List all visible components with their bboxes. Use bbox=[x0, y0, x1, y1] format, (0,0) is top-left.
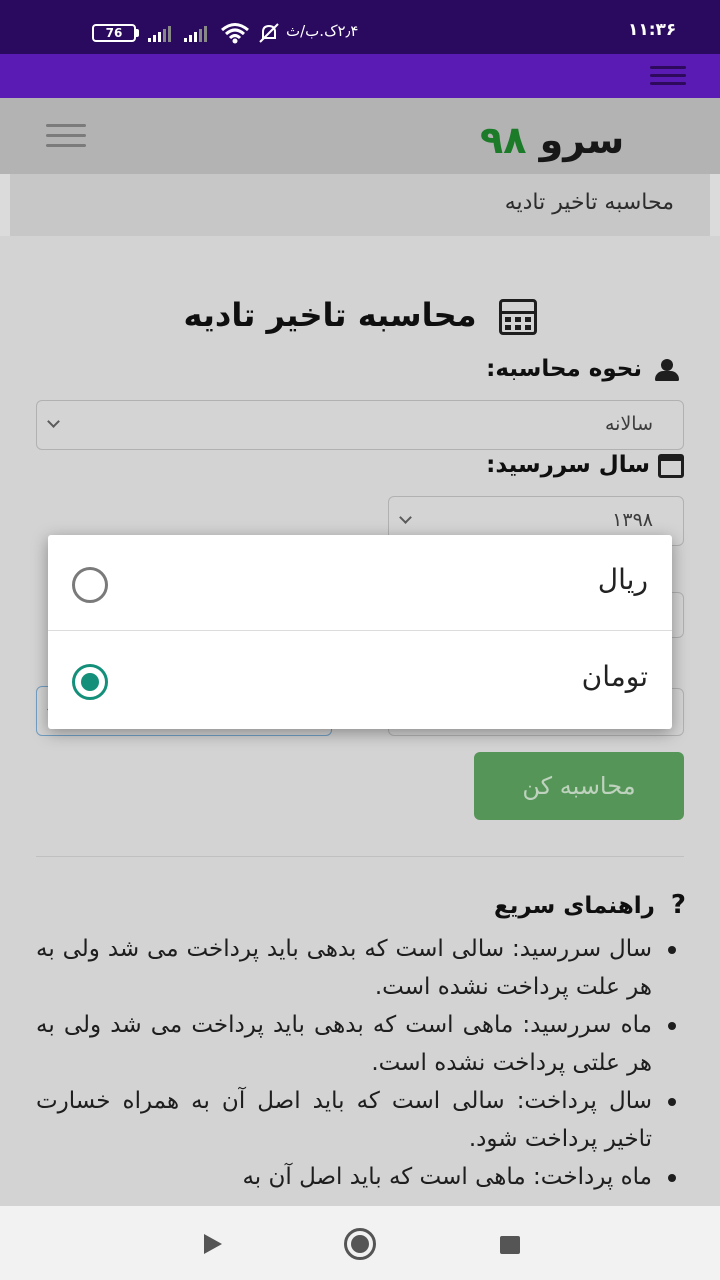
currency-dialog: ریال تومان bbox=[48, 535, 672, 729]
browser-menu-hamburger-icon[interactable] bbox=[650, 66, 686, 92]
notifications-off-icon bbox=[259, 23, 279, 43]
radio-unchecked-icon[interactable] bbox=[72, 567, 108, 603]
currency-option-toman[interactable]: تومان bbox=[48, 632, 672, 728]
status-time: ۱۱:۳۶ bbox=[628, 20, 677, 40]
battery-icon: 76 bbox=[92, 24, 136, 42]
status-icons: 76 bbox=[92, 20, 279, 46]
wifi-icon bbox=[221, 23, 249, 44]
signal-icon bbox=[184, 26, 207, 42]
status-bar: 76 ۲٫۴ک.ب/ث ۱۱:۳۶ bbox=[0, 0, 720, 54]
browser-toolbar bbox=[0, 54, 720, 98]
system-nav-bar bbox=[0, 1206, 720, 1280]
back-icon[interactable] bbox=[204, 1234, 222, 1254]
battery-tip bbox=[136, 29, 139, 37]
home-icon[interactable] bbox=[344, 1228, 376, 1260]
battery-level: 76 bbox=[105, 26, 123, 40]
signal-icon bbox=[148, 26, 171, 42]
option-label: تومان bbox=[581, 660, 648, 693]
recent-apps-icon[interactable] bbox=[500, 1236, 520, 1254]
radio-checked-icon[interactable] bbox=[72, 664, 108, 700]
currency-option-rial[interactable]: ریال bbox=[48, 535, 672, 631]
network-speed: ۲٫۴ک.ب/ث bbox=[286, 22, 359, 40]
option-label: ریال bbox=[597, 563, 648, 596]
